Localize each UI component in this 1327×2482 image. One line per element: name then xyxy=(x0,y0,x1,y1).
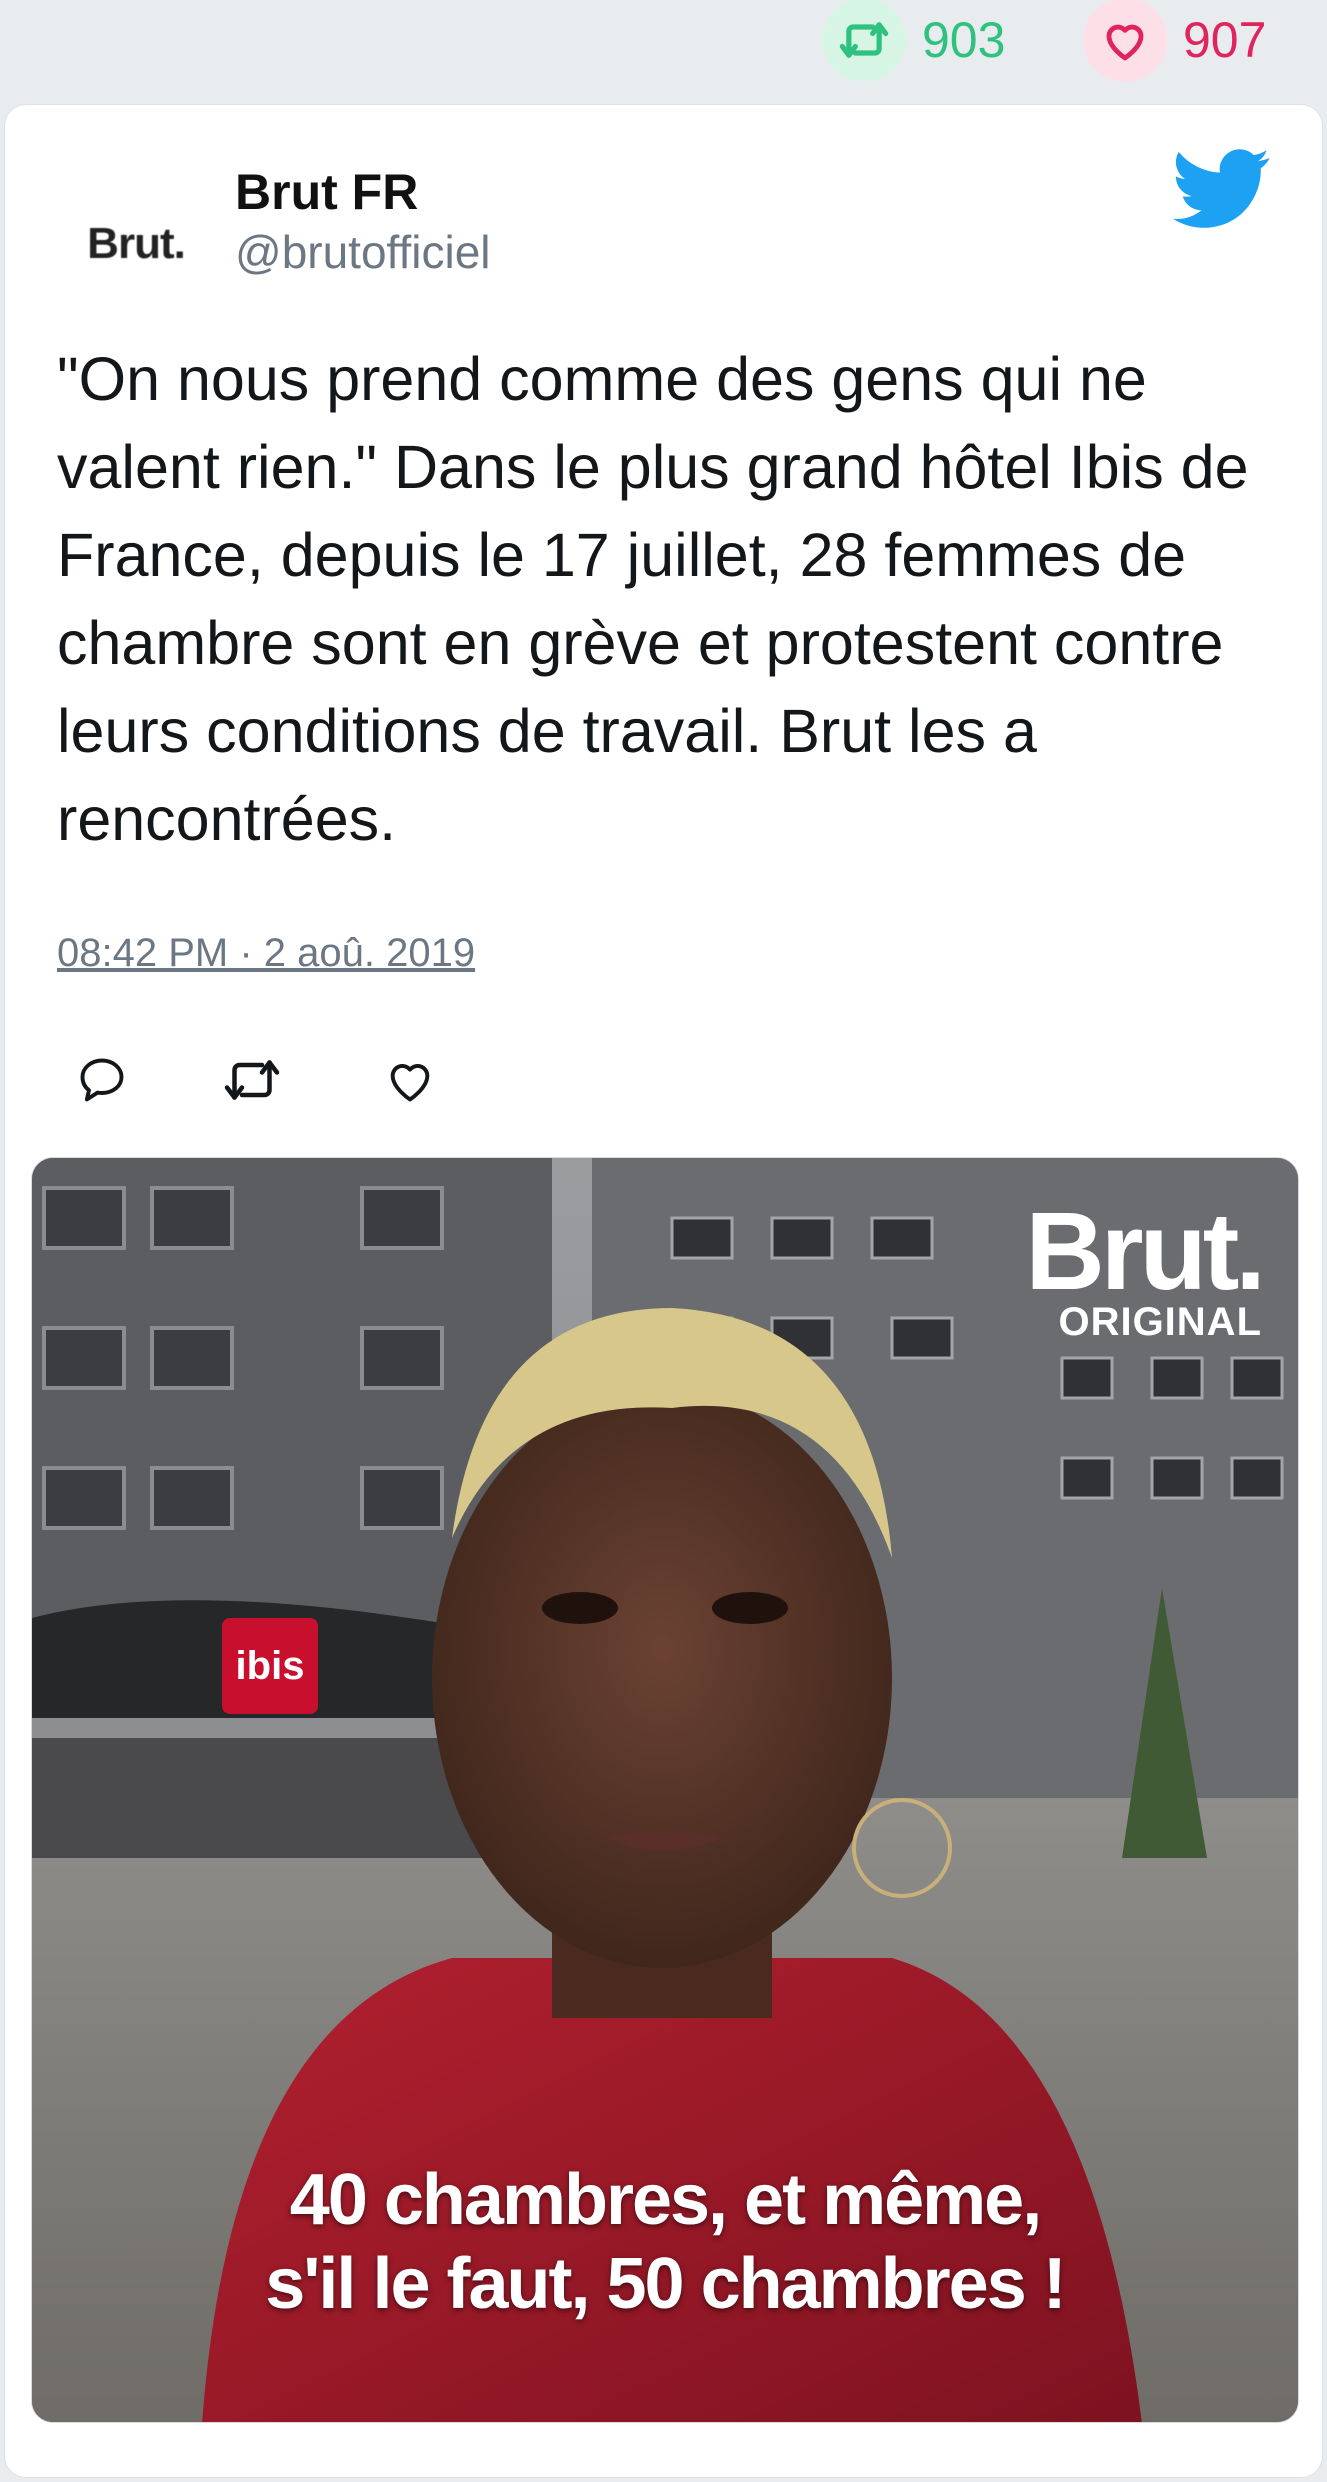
video-caption: 40 chambres, et même, s'il le faut, 50 c… xyxy=(32,2158,1298,2326)
like-icon xyxy=(390,1064,430,1102)
like-count[interactable]: 907 xyxy=(1083,0,1267,82)
avatar[interactable]: Brut. xyxy=(71,179,201,309)
author-name[interactable]: Brut FR xyxy=(235,163,418,221)
tweet-media[interactable]: ibis Brut. ORIGINAL 40 chambres, et même… xyxy=(31,1157,1299,2423)
brut-logo-word: Brut. xyxy=(1025,1190,1266,1313)
retweet-count[interactable]: 903 xyxy=(822,0,1006,82)
like-button[interactable] xyxy=(375,1045,445,1115)
reply-icon xyxy=(80,1058,124,1102)
retweet-icon xyxy=(822,0,906,82)
like-count-value: 907 xyxy=(1183,12,1267,68)
retweet-icon xyxy=(224,1060,280,1100)
ibis-sign: ibis xyxy=(222,1618,318,1714)
reply-button[interactable] xyxy=(67,1045,137,1115)
stats-bar: 903 907 xyxy=(0,0,1327,100)
retweet-count-value: 903 xyxy=(922,12,1006,68)
heart-icon xyxy=(1083,0,1167,82)
tweet-text: "On nous prend comme des gens qui ne val… xyxy=(57,345,1249,853)
avatar-logo-text: Brut. xyxy=(87,219,186,268)
retweet-button[interactable] xyxy=(217,1045,287,1115)
twitter-bird-icon[interactable] xyxy=(1173,147,1271,231)
tweet-card: Brut. Brut FR @brutofficiel "On nous pre… xyxy=(4,104,1323,2478)
caption-line-1: 40 chambres, et même, xyxy=(289,2160,1042,2240)
brut-logo-sub: ORIGINAL xyxy=(1058,1300,1262,1344)
caption-line-2: s'il le faut, 50 chambres ! xyxy=(265,2244,1066,2324)
ibis-sign-text: ibis xyxy=(235,1643,305,1688)
author-handle[interactable]: @brutofficiel xyxy=(235,225,491,279)
brut-original-logo: Brut. ORIGINAL xyxy=(1025,1190,1266,1344)
tweet-timestamp[interactable]: 08:42 PM · 2 aoû. 2019 xyxy=(57,931,475,976)
